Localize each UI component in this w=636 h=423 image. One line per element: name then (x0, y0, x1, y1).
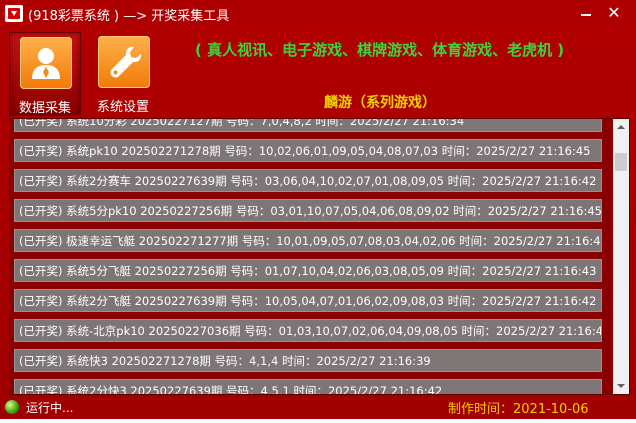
tool-data-collect[interactable]: 数据采集 (9, 32, 81, 116)
minimize-button[interactable] (576, 3, 596, 23)
lottery-log-list[interactable]: (已开奖) 系统10分彩 20250227127期 号码：7,0,4,8,2 时… (9, 118, 630, 395)
build-date: 制作时间：2021-10-06 (448, 402, 589, 417)
user-icon (20, 37, 72, 89)
log-row[interactable]: (已开奖) 极速幸运飞艇 20250227127​7期 号码：10,01,09,… (14, 229, 602, 252)
log-row[interactable]: (已开奖) 系统2分飞艇 20250227639期 号码：10,05,04,07… (14, 289, 602, 312)
bottom-edge (0, 419, 636, 423)
app-logo-icon (5, 5, 23, 22)
log-scrollbar[interactable] (613, 119, 629, 394)
title-bar[interactable]: (918彩票系统 ) —> 开奖采集工具 ✕ (0, 0, 636, 28)
running-status-icon (5, 400, 19, 414)
tool-system-settings-label: 系统设置 (96, 100, 149, 115)
log-row[interactable]: (已开奖) 系统-北京pk10 20250227036期 号码：01,03,10… (14, 319, 602, 342)
wrench-icon (98, 36, 150, 88)
game-categories-slogan: ( 真人视讯、电子游戏、棋牌游戏、体育游戏、老虎机 ) (195, 41, 565, 59)
log-row[interactable]: (已开奖) 系统快3 20250227127​8期 号码：4,1,4 时间：20… (14, 349, 602, 372)
tool-data-collect-label: 数据采集 (18, 101, 71, 116)
tool-system-settings[interactable]: 系统设置 (88, 32, 158, 115)
window-title: (918彩票系统 ) —> 开奖采集工具 (28, 9, 230, 24)
scrollbar-thumb[interactable] (615, 153, 627, 171)
scroll-down-arrow-icon[interactable] (613, 378, 629, 394)
minimize-icon (581, 14, 591, 16)
log-row[interactable]: (已开奖) 系统5分pk10 20250227256期 号码：03,01,10,… (14, 199, 602, 222)
scroll-up-arrow-icon[interactable] (613, 119, 629, 135)
app-window: (918彩票系统 ) —> 开奖采集工具 ✕ 数据采集 系统设置 ( 真人视讯、… (0, 0, 636, 423)
log-row[interactable]: (已开奖) 系统2分赛车 20250227639期 号码：03,06,04,10… (14, 169, 602, 192)
close-button[interactable]: ✕ (604, 3, 624, 23)
status-text: 运行中... (26, 401, 74, 415)
log-row[interactable]: (已开奖) 系统10分彩 20250227127期 号码：7,0,4,8,2 时… (14, 119, 602, 132)
log-row[interactable]: (已开奖) 系统pk10 20250227127​8期 号码：10,02,06,… (14, 139, 602, 162)
log-row[interactable]: (已开奖) 系统2分快3 20250227639期 号码：4,5,1 时间：20… (14, 379, 602, 394)
log-row[interactable]: (已开奖) 系统5分飞艇 20250227256期 号码：01,07,10,04… (14, 259, 602, 282)
series-subtitle: 麟游（系列游戏） (324, 95, 436, 111)
